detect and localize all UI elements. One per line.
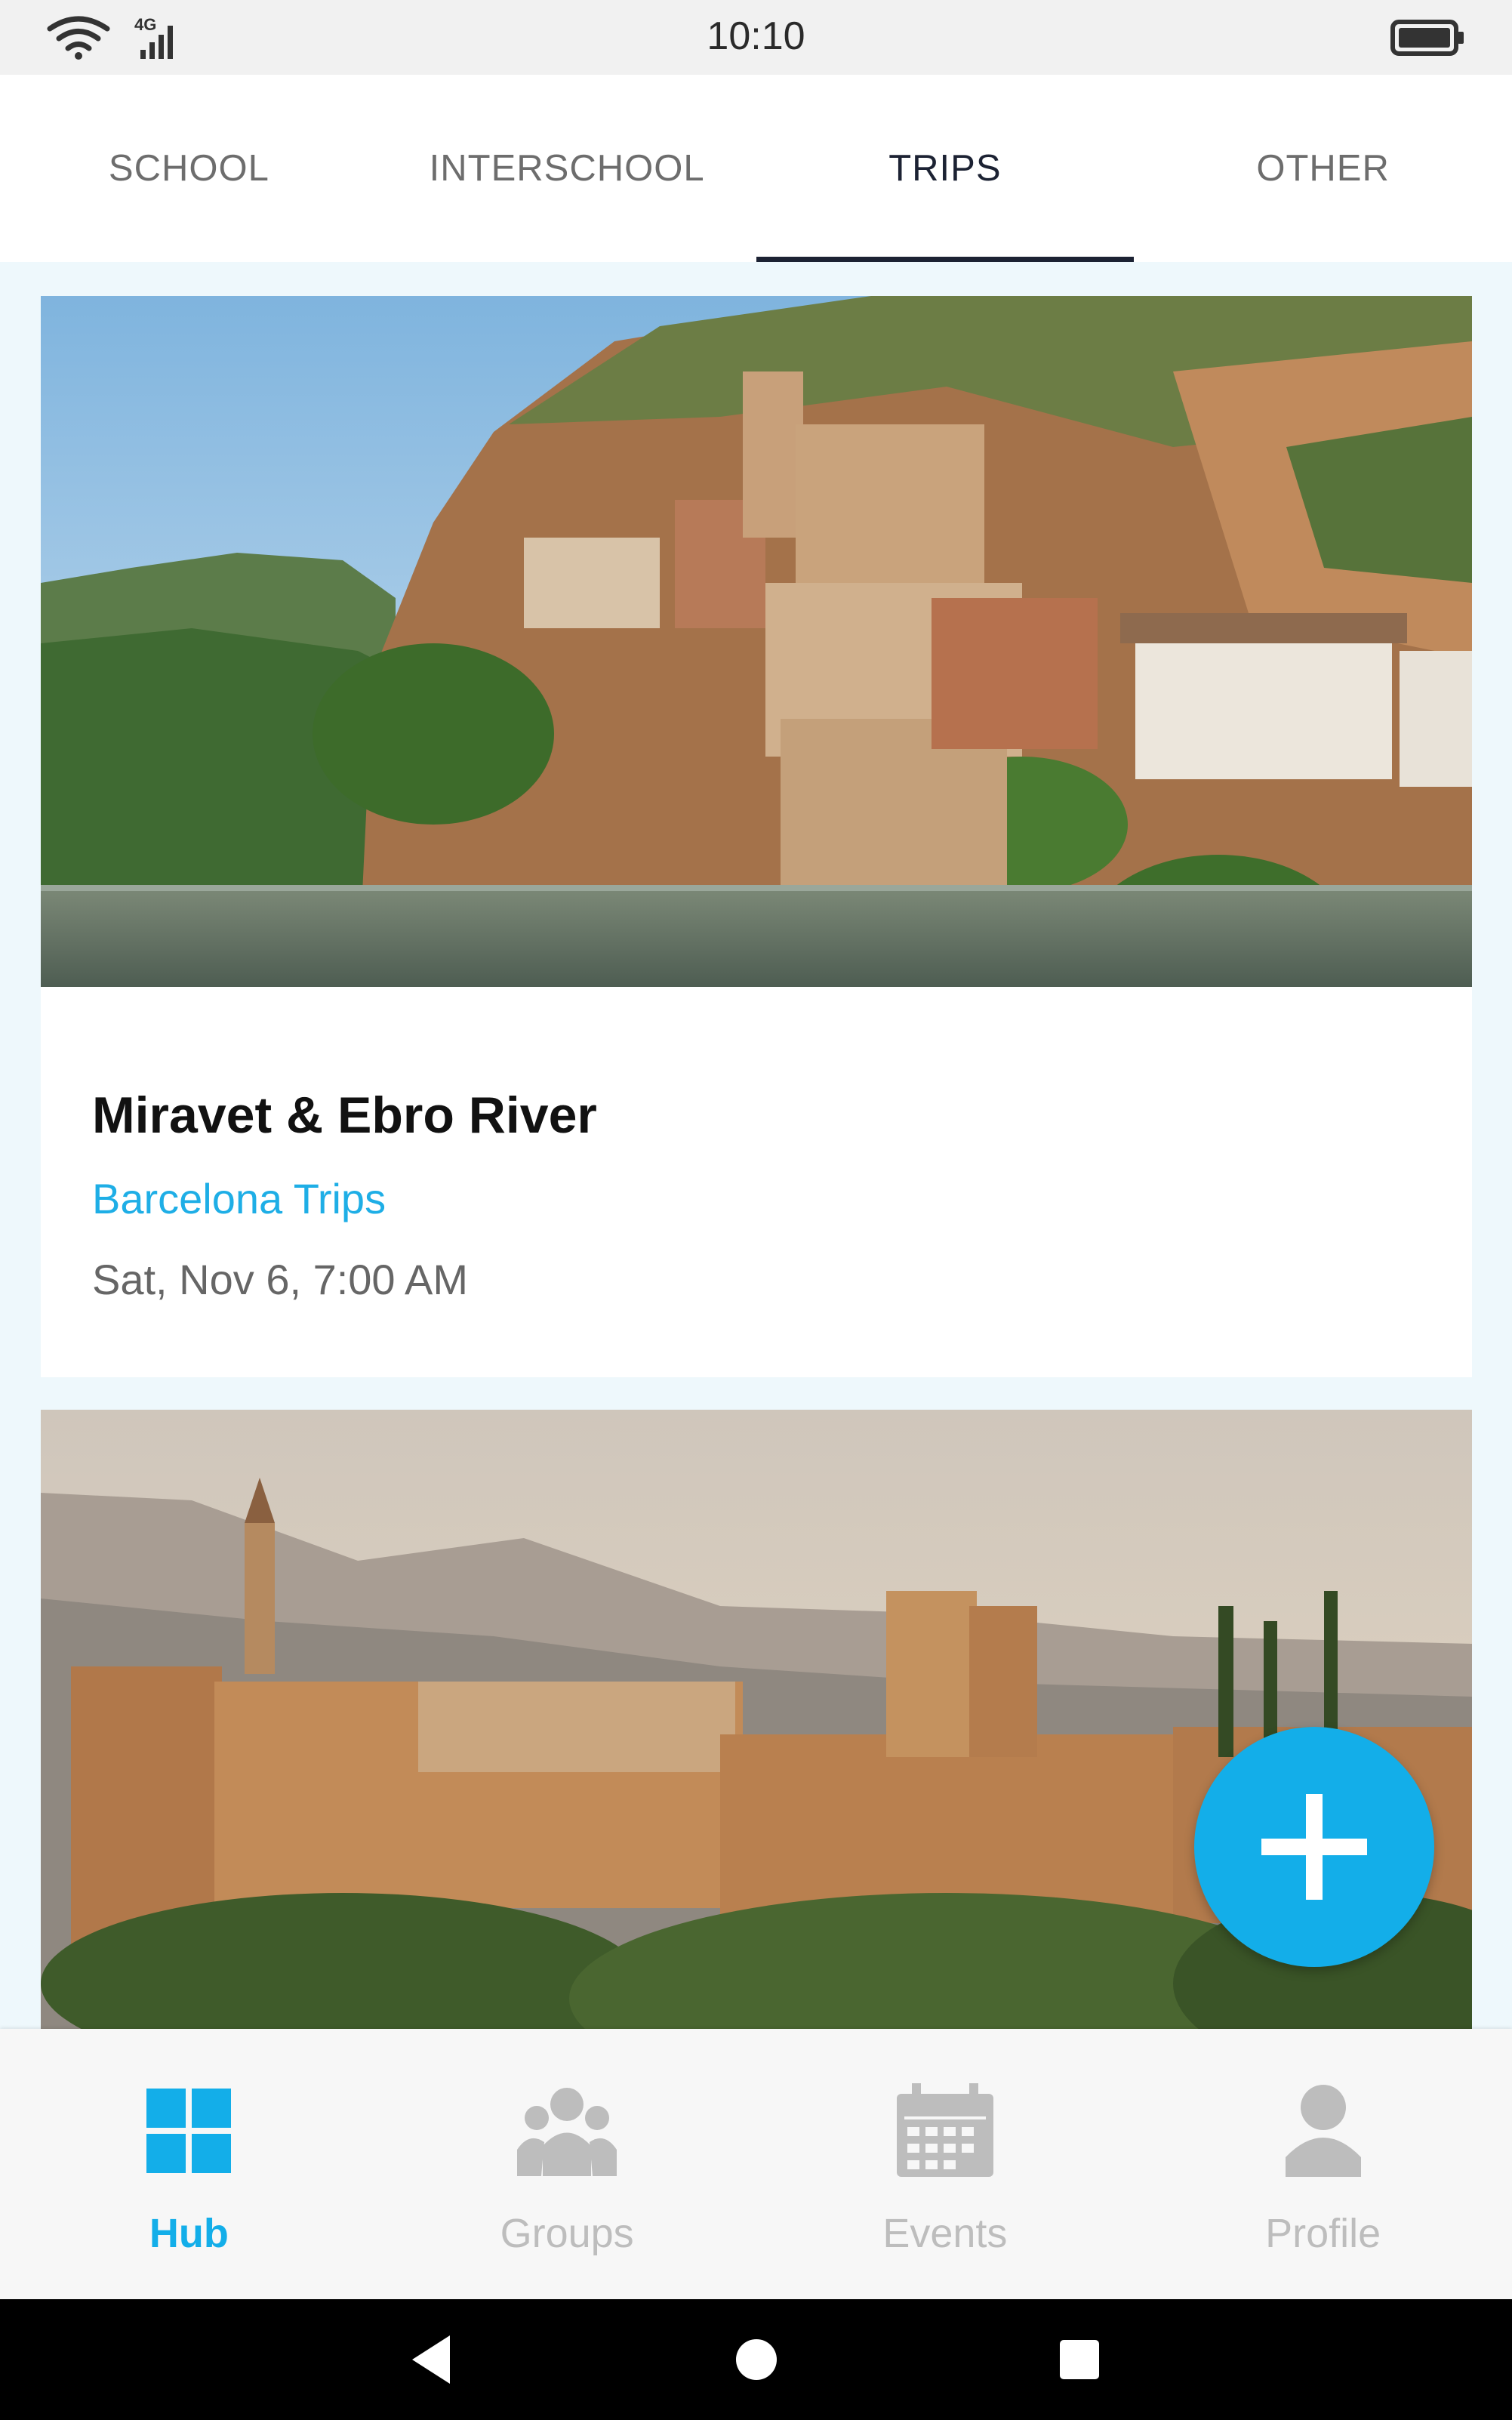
tab-interschool[interactable]: INTERSCHOOL [378, 75, 756, 262]
nav-events[interactable]: Events [756, 2029, 1135, 2299]
trip-date: Sat, Nov 6, 7:00 AM [92, 1256, 469, 1303]
tab-school[interactable]: SCHOOL [0, 75, 378, 262]
plus-icon [1261, 1794, 1367, 1900]
tab-trips[interactable]: TRIPS [756, 75, 1135, 262]
nav-label-events: Events [882, 2211, 1008, 2256]
nav-profile[interactable]: Profile [1134, 2029, 1512, 2299]
trip-photo [41, 296, 1472, 987]
trip-group-link[interactable]: Barcelona Trips [92, 1174, 386, 1223]
add-trip-button[interactable] [1194, 1727, 1434, 1967]
trip-title[interactable]: Miravet & Ebro River [92, 1086, 597, 1145]
calendar-icon [896, 2083, 993, 2177]
battery-icon [1390, 20, 1464, 56]
system-navigation-bar [0, 2299, 1512, 2420]
nav-hub[interactable]: Hub [0, 2029, 378, 2299]
back-icon[interactable] [403, 2329, 463, 2390]
grid-icon [146, 2089, 232, 2173]
group-icon [517, 2088, 617, 2176]
status-bar: 4G 10:10 [0, 0, 1512, 75]
nav-label-groups: Groups [500, 2211, 634, 2256]
trip-card[interactable]: Miravet & Ebro River Barcelona Trips Sat… [41, 296, 1472, 1377]
status-time: 10:10 [707, 14, 805, 58]
category-tabs: SCHOOL INTERSCHOOL TRIPS OTHER [0, 75, 1512, 262]
recents-icon[interactable] [1049, 2329, 1110, 2390]
nav-label-hub: Hub [149, 2211, 229, 2256]
nav-label-profile: Profile [1265, 2211, 1381, 2256]
tab-other[interactable]: OTHER [1134, 75, 1512, 262]
nav-groups[interactable]: Groups [378, 2029, 756, 2299]
bottom-navigation: Hub Groups Events Profile [0, 2029, 1512, 2299]
person-icon [1285, 2085, 1361, 2177]
home-icon[interactable] [726, 2329, 787, 2390]
